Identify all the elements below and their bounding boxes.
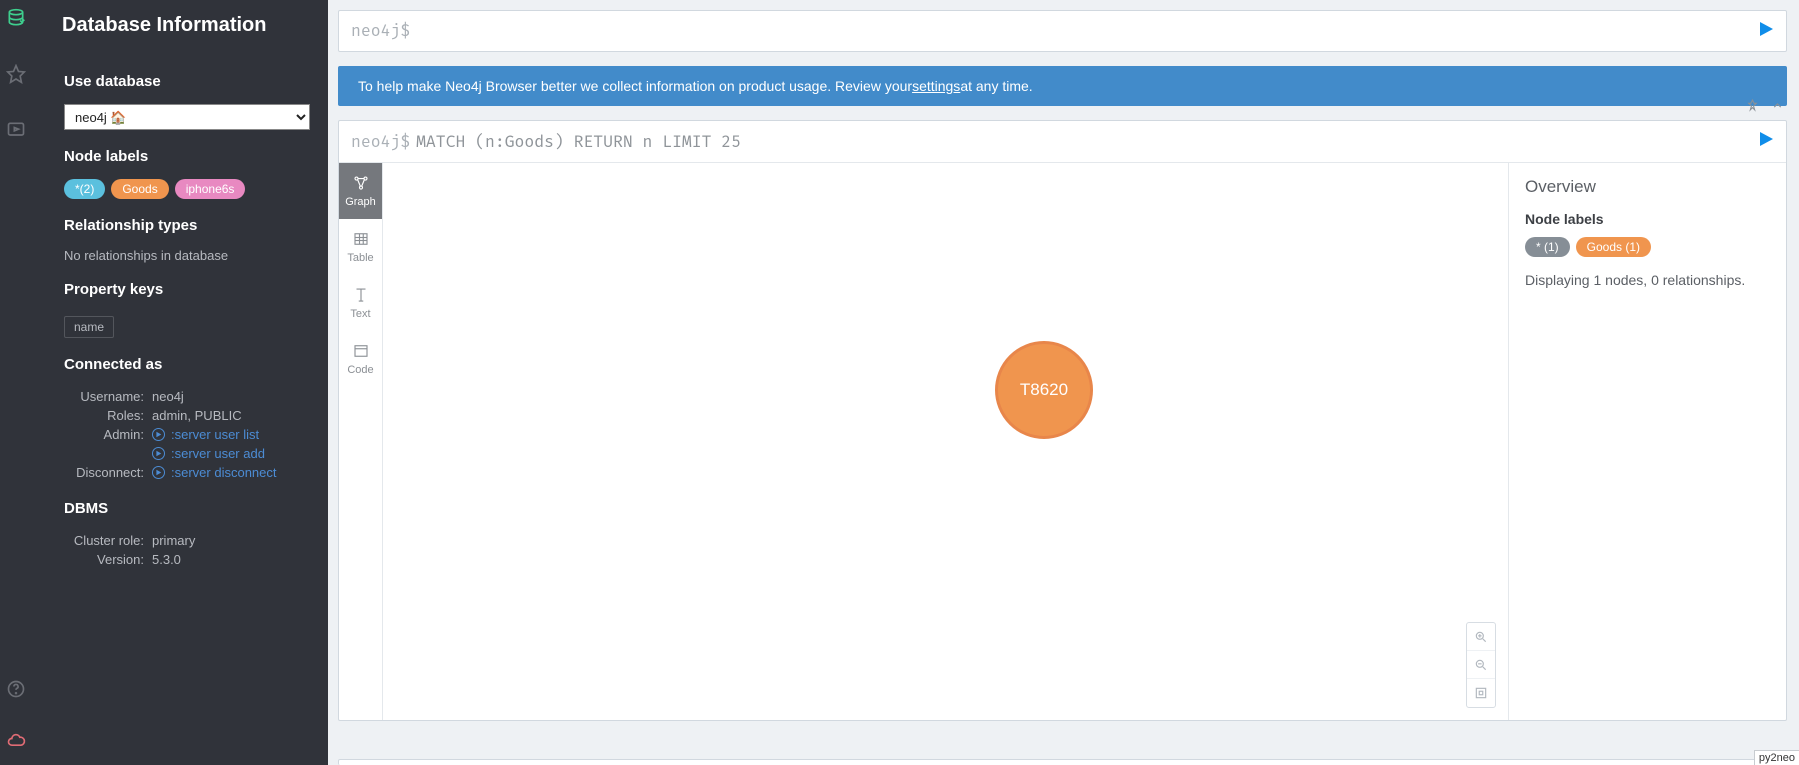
relationship-types-heading: Relationship types xyxy=(64,217,310,234)
zoom-in-icon[interactable] xyxy=(1467,623,1495,651)
editor-prompt: neo4j$ xyxy=(351,21,410,41)
username-value: neo4j xyxy=(148,387,310,406)
overview-summary: Displaying 1 nodes, 0 relationships. xyxy=(1525,271,1770,291)
query-input[interactable] xyxy=(414,21,1758,41)
relationship-types-empty: No relationships in database xyxy=(64,248,310,263)
username-key: Username: xyxy=(64,387,148,406)
cluster-role-key: Cluster role: xyxy=(64,531,148,550)
node-labels-heading: Node labels xyxy=(64,148,310,165)
sidebar: Database Information Use database neo4j … xyxy=(32,0,328,765)
play-icon xyxy=(152,447,165,460)
overview-title: Overview xyxy=(1525,177,1770,197)
admin-key: Admin: xyxy=(64,425,148,444)
version-key: Version: xyxy=(64,550,148,569)
icon-rail xyxy=(0,0,32,765)
play-icon xyxy=(152,428,165,441)
overview-pill-all[interactable]: * (1) xyxy=(1525,237,1570,257)
overview-labels-heading: Node labels xyxy=(1525,211,1770,227)
graph-canvas[interactable]: T8620 xyxy=(383,163,1508,720)
sidebar-title: Database Information xyxy=(32,0,328,55)
dbms-heading: DBMS xyxy=(64,500,310,517)
play-icon xyxy=(152,466,165,479)
next-frame-edge xyxy=(338,759,1787,765)
rail-database-icon[interactable] xyxy=(2,4,30,32)
rail-star-icon[interactable] xyxy=(2,60,30,88)
label-pill-iphone6s[interactable]: iphone6s xyxy=(175,179,246,199)
database-select[interactable]: neo4j 🏠 xyxy=(64,104,310,130)
view-tabs: Graph Table Text Code xyxy=(339,163,383,720)
tab-text[interactable]: Text xyxy=(339,275,382,331)
result-frame: neo4j$ MATCH (n:Goods) RETURN n LIMIT 25… xyxy=(338,120,1787,721)
collapse-icon[interactable] xyxy=(1771,99,1784,117)
telemetry-banner: To help make Neo4j Browser better we col… xyxy=(338,66,1787,106)
connected-as-table: Username:neo4j Roles:admin, PUBLIC Admin… xyxy=(64,387,310,482)
result-prompt: neo4j$ xyxy=(351,132,410,152)
rail-help-icon[interactable] xyxy=(2,675,30,703)
banner-text-after: at any time. xyxy=(960,78,1032,94)
run-query-button[interactable] xyxy=(1758,21,1774,42)
result-header: neo4j$ MATCH (n:Goods) RETURN n LIMIT 25 xyxy=(339,121,1786,163)
banner-text-before: To help make Neo4j Browser better we col… xyxy=(358,78,912,94)
label-pill-all[interactable]: *(2) xyxy=(64,179,105,199)
tab-code[interactable]: Code xyxy=(339,331,382,387)
rail-cloud-icon[interactable] xyxy=(2,727,30,755)
query-editor[interactable]: neo4j$ xyxy=(338,10,1787,52)
rail-play-icon[interactable] xyxy=(2,116,30,144)
tab-table[interactable]: Table xyxy=(339,219,382,275)
result-query-text: MATCH (n:Goods) RETURN n LIMIT 25 xyxy=(416,132,741,152)
label-pill-goods[interactable]: Goods xyxy=(111,179,168,199)
main-area: neo4j$ To help make Neo4j Browser better… xyxy=(328,0,1799,765)
corner-tag: py2neo xyxy=(1754,750,1799,765)
banner-settings-link[interactable]: settings xyxy=(912,78,960,94)
admin-user-add-link[interactable]: :server user add xyxy=(152,446,306,461)
pin-icon[interactable] xyxy=(1746,99,1759,117)
frame-controls xyxy=(1746,99,1784,117)
version-value: 5.3.0 xyxy=(148,550,310,569)
disconnect-key: Disconnect: xyxy=(64,463,148,482)
graph-node[interactable]: T8620 xyxy=(995,341,1093,439)
roles-key: Roles: xyxy=(64,406,148,425)
roles-value: admin, PUBLIC xyxy=(148,406,310,425)
zoom-controls xyxy=(1466,622,1496,708)
fit-screen-icon[interactable] xyxy=(1467,679,1495,707)
connected-as-heading: Connected as xyxy=(64,356,310,373)
rerun-button[interactable] xyxy=(1758,131,1774,152)
zoom-out-icon[interactable] xyxy=(1467,651,1495,679)
property-key-name[interactable]: name xyxy=(64,316,114,338)
dbms-table: Cluster role:primary Version:5.3.0 xyxy=(64,531,310,569)
property-keys-heading: Property keys xyxy=(64,281,310,298)
overview-pill-goods[interactable]: Goods (1) xyxy=(1576,237,1651,257)
cluster-role-value: primary xyxy=(148,531,310,550)
tab-graph[interactable]: Graph xyxy=(339,163,382,219)
server-disconnect-link[interactable]: :server disconnect xyxy=(152,465,306,480)
node-labels-row: *(2) Goods iphone6s xyxy=(64,179,310,199)
admin-user-list-link[interactable]: :server user list xyxy=(152,427,306,442)
use-database-heading: Use database xyxy=(64,73,310,90)
overview-panel: Overview Node labels * (1) Goods (1) Dis… xyxy=(1508,163,1786,720)
